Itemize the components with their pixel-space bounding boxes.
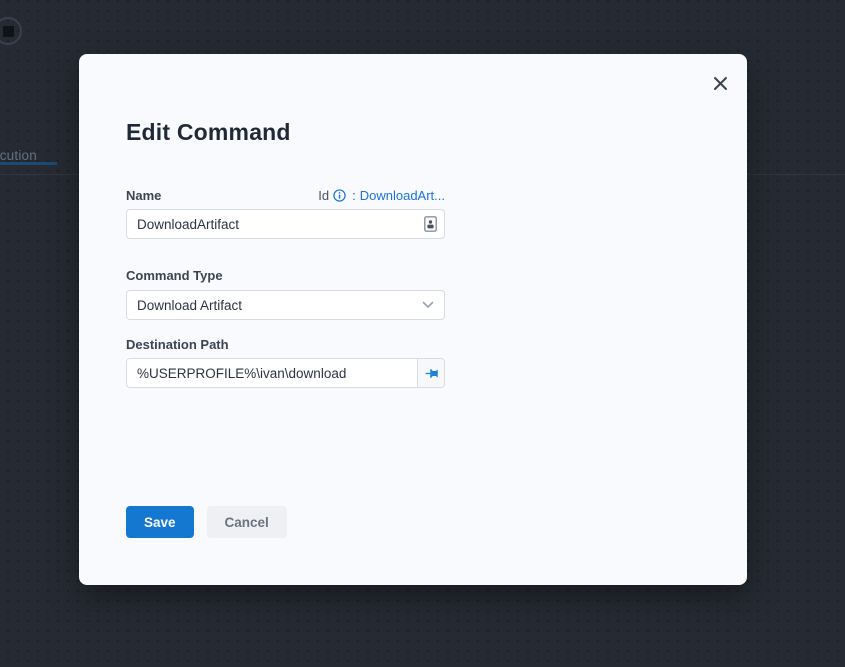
cancel-button[interactable]: Cancel [207, 506, 287, 538]
edit-command-dialog: Edit Command Name Id : DownloadArt... [79, 54, 747, 585]
chevron-down-icon [422, 301, 434, 309]
command-id-link[interactable]: DownloadArt... [360, 188, 445, 203]
dialog-title: Edit Command [126, 119, 291, 146]
destination-path-wrap [126, 358, 445, 388]
command-type-select[interactable]: Download Artifact [126, 290, 445, 320]
name-label: Name [126, 188, 161, 203]
id-separator: : [352, 188, 356, 203]
stop-button[interactable] [0, 17, 22, 45]
name-input-wrap [126, 209, 445, 239]
pushpin-icon [420, 362, 441, 383]
pin-button[interactable] [417, 359, 444, 387]
command-id-group: Id : DownloadArt... [318, 188, 445, 203]
stop-square-icon [3, 26, 14, 37]
id-label: Id [318, 188, 329, 203]
name-label-row: Name Id : DownloadArt... [126, 188, 445, 203]
close-button[interactable] [708, 73, 732, 97]
save-button[interactable]: Save [126, 506, 194, 538]
name-input[interactable] [126, 209, 445, 239]
active-tab-underline [0, 162, 57, 165]
destination-path-label: Destination Path [126, 337, 229, 352]
destination-path-input[interactable] [126, 358, 445, 388]
tab-execution[interactable]: ecution [0, 148, 37, 163]
command-type-label: Command Type [126, 268, 223, 283]
tab-label: ecution [0, 148, 37, 163]
dialog-actions: Save Cancel [126, 506, 287, 538]
command-type-value: Download Artifact [137, 298, 242, 313]
close-icon [713, 76, 728, 94]
info-icon[interactable] [333, 189, 346, 202]
